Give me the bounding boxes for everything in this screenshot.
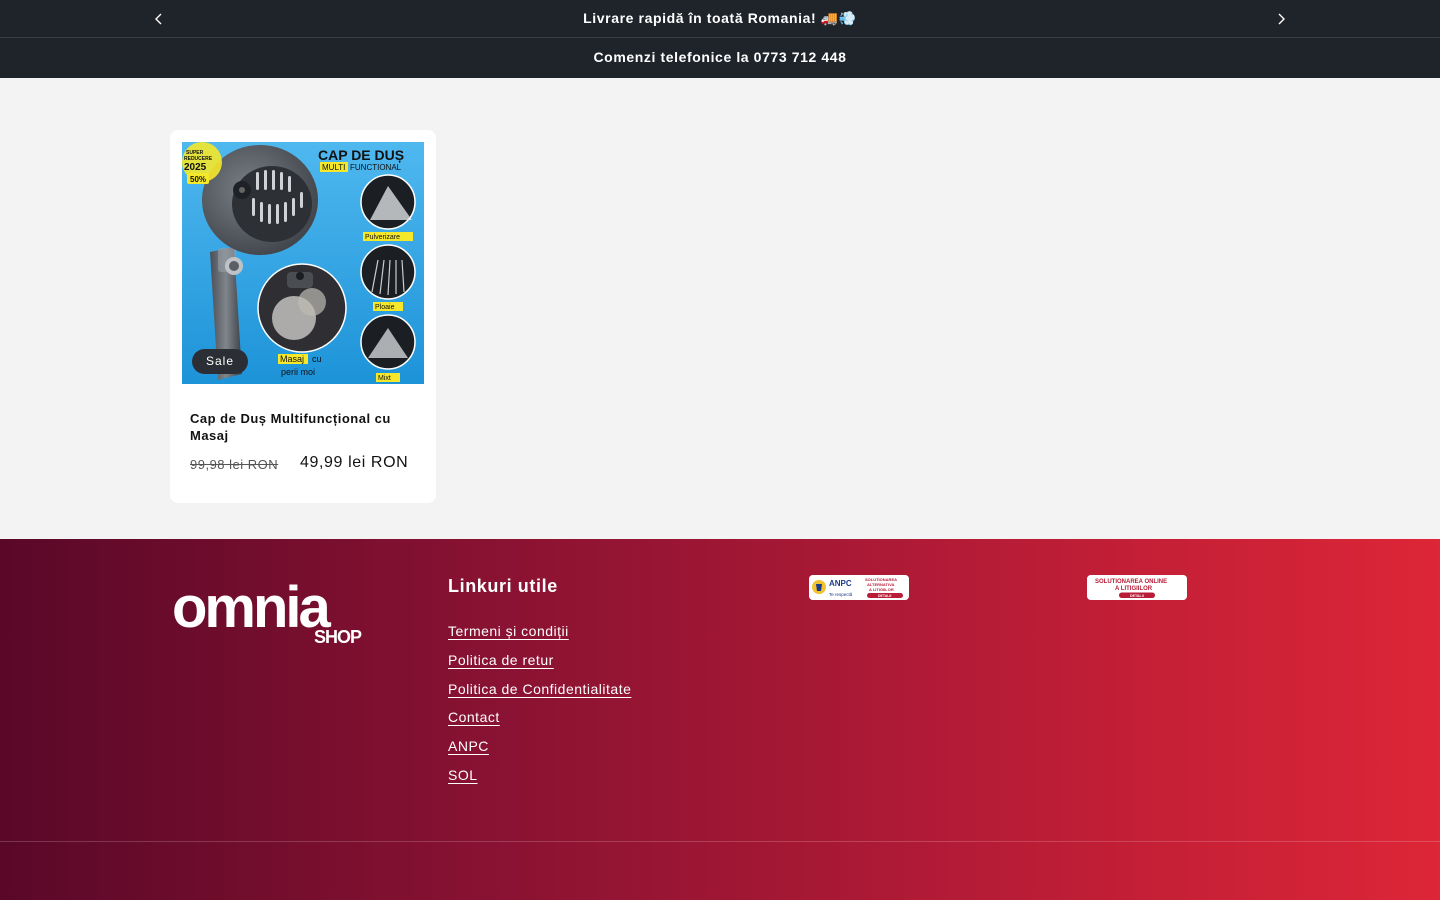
product-card[interactable]: SUPER REDUCERE 2025 50% CAP DE DUȘ MULTI… — [170, 130, 436, 503]
logo-sub: SHOP — [314, 627, 362, 647]
footer-heading: Linkuri utile — [448, 576, 558, 596]
link-privacy-policy[interactable]: Politica de Confidentialitate — [448, 681, 631, 697]
promo-percent: 50% — [190, 175, 206, 184]
sol-text-2: A LITIGIILOR — [1115, 586, 1153, 592]
mode-label: Mixt — [378, 375, 391, 382]
anpc-tagline: Te respectă — [829, 592, 853, 597]
phone-order-message: Comenzi telefonice la 0773 712 448 — [593, 49, 847, 65]
mode-label: Ploaie — [375, 304, 395, 311]
logo-main: omnia — [172, 575, 332, 640]
chevron-right-icon[interactable] — [1271, 9, 1291, 29]
promo-year: 2025 — [184, 162, 207, 173]
announcement-message: Livrare rapidă în toată Romania! 🚚💨 — [583, 10, 857, 26]
sol-text-1: SOLUTIONAREA ONLINE — [1095, 579, 1167, 585]
footer-divider — [0, 841, 1440, 842]
anpc-button: DETALII — [878, 594, 891, 598]
image-headline-rest: FUNCTIONAL — [350, 163, 402, 172]
sol-button: DETALII — [1130, 594, 1144, 598]
anpc-title: ANPC — [829, 579, 852, 588]
regular-price: 99,98 lei RON — [190, 457, 279, 472]
link-return-policy[interactable]: Politica de retur — [448, 652, 554, 668]
product-title[interactable]: Cap de Duș Multifuncțional cu Masaj — [190, 410, 420, 444]
omnia-shop-logo[interactable]: omnia SHOP — [172, 573, 372, 647]
sale-price: 49,99 lei RON — [300, 454, 409, 471]
link-contact[interactable]: Contact — [448, 709, 500, 725]
anpc-badge[interactable]: ANPC Te respectă SOLUTIONAREA ALTERNATIV… — [809, 575, 909, 600]
announcement-bar: Livrare rapidă în toată Romania! 🚚💨 — [0, 0, 1440, 38]
image-headline-highlight: MULTI — [322, 163, 345, 172]
sale-badge: Sale — [192, 349, 248, 374]
caption-rest: cu — [312, 354, 322, 364]
image-headline: CAP DE DUȘ — [318, 147, 404, 163]
product-image[interactable]: SUPER REDUCERE 2025 50% CAP DE DUȘ MULTI… — [182, 142, 424, 384]
footer: omnia SHOP Linkuri utile Termeni și cond… — [0, 539, 1440, 900]
phone-order-bar: Comenzi telefonice la 0773 712 448 — [0, 38, 1440, 78]
link-terms[interactable]: Termeni și condiții — [448, 623, 569, 639]
mode-label: Pulverizare — [365, 234, 400, 241]
anpc-text-3: A LITIGIILOR — [869, 587, 894, 592]
sol-badge[interactable]: SOLUTIONAREA ONLINE A LITIGIILOR DETALII — [1087, 575, 1187, 600]
product-grid: SUPER REDUCERE 2025 50% CAP DE DUȘ MULTI… — [0, 78, 1440, 539]
link-sol[interactable]: SOL — [448, 767, 478, 783]
link-anpc[interactable]: ANPC — [448, 738, 489, 754]
caption-line-2: perii moi — [281, 367, 315, 377]
footer-links: Termeni și condiții Politica de retur Po… — [448, 623, 631, 796]
caption-highlight: Masaj — [280, 354, 304, 364]
